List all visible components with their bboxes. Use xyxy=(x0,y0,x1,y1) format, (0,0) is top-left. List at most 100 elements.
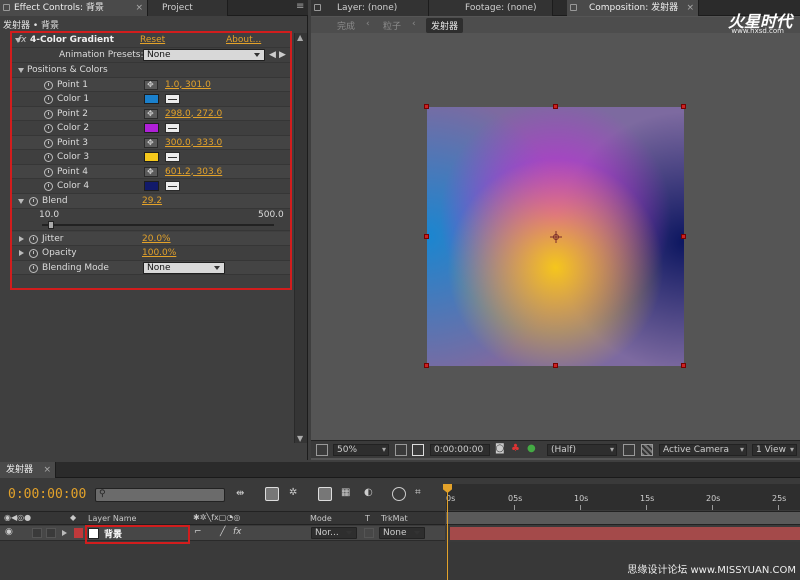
show-snapshot-icon[interactable]: ♣ xyxy=(511,443,520,454)
ruler-tick xyxy=(514,505,515,510)
ruler-tick xyxy=(778,505,779,510)
subtab-fasheqi[interactable]: 发射器 xyxy=(426,18,464,33)
subtab-lizi[interactable]: 粒子 xyxy=(383,19,401,32)
transform-handle[interactable] xyxy=(681,234,686,239)
work-area-bar[interactable] xyxy=(446,511,800,525)
timeline-layer-row[interactable]: ◉ 背景 ⌐ ╱ fx Nor... None xyxy=(0,526,445,541)
live-update-icon[interactable] xyxy=(265,487,279,501)
timeline-ruler[interactable] xyxy=(446,484,800,510)
tab-footage[interactable]: Footage: (none) xyxy=(429,0,553,16)
lock-icon[interactable] xyxy=(314,4,321,11)
shy-switch-icon[interactable]: ⌐ xyxy=(194,527,202,537)
timeline-tab-label: 发射器 xyxy=(6,465,34,475)
always-preview-icon[interactable] xyxy=(316,444,328,456)
layer-duration-bar[interactable] xyxy=(450,527,800,540)
ruler-tick-label: 15s xyxy=(640,494,655,503)
subtab-sep-icon: ‹ xyxy=(412,19,416,29)
timeline-timecode[interactable]: 0:00:00:00 xyxy=(8,487,86,502)
gradient-preview xyxy=(427,107,684,366)
resolution-select[interactable]: (Half) xyxy=(547,444,617,456)
watermark-bottom: 思缘设计论坛 www.MISSYUAN.COM xyxy=(627,565,796,576)
layer-mode-select[interactable]: Nor... xyxy=(311,527,357,539)
ruler-tick-label: 10s xyxy=(574,494,589,503)
column-layer-name[interactable]: Layer Name xyxy=(88,514,136,523)
scroll-down-icon[interactable]: ▼ xyxy=(297,434,303,443)
layer-expand-icon[interactable] xyxy=(62,530,67,536)
lock-switch[interactable] xyxy=(46,528,56,538)
ruler-tick-label: 25s xyxy=(772,494,787,503)
subtab-wancheng[interactable]: 完成 xyxy=(337,19,355,32)
effect-controls-tabstrip: Effect Controls: 背景 × Project ≡ xyxy=(0,0,308,16)
draft-3d-icon[interactable]: ✲ xyxy=(289,487,303,501)
safe-margins-icon[interactable] xyxy=(412,444,424,456)
close-icon[interactable]: × xyxy=(135,0,143,16)
lock-icon[interactable] xyxy=(3,4,10,11)
panel-menu-icon[interactable]: ≡ xyxy=(296,1,304,12)
hide-shy-layers-icon[interactable] xyxy=(318,487,332,501)
tab-layer-label: Layer: (none) xyxy=(337,3,398,13)
ruler-tick-label: 05s xyxy=(508,494,523,503)
tab-project-label: Project xyxy=(162,3,193,13)
tab-effect-controls[interactable]: Effect Controls: 背景 × xyxy=(0,0,148,16)
composition-toolbar: 50% 0:00:00:00 ◙ ♣ ● (Half) Active Camer… xyxy=(311,440,800,458)
graph-editor-icon[interactable]: ⌗ xyxy=(415,487,429,501)
tab-layer[interactable]: Layer: (none) xyxy=(311,0,429,16)
frame-blending-icon[interactable]: ▦ xyxy=(341,487,355,501)
close-icon[interactable]: × xyxy=(43,462,51,478)
watermark-url: www.hxsd.com xyxy=(731,27,784,35)
column-mode[interactable]: Mode xyxy=(310,514,332,523)
close-icon[interactable]: × xyxy=(686,0,694,16)
transform-handle[interactable] xyxy=(424,104,429,109)
zoom-select[interactable]: 50% xyxy=(333,444,389,456)
scroll-up-icon[interactable]: ▲ xyxy=(297,33,303,42)
snapshot-icon[interactable]: ◙ xyxy=(495,443,505,454)
motion-blur-icon[interactable]: ◐ xyxy=(364,487,378,501)
timeline-column-headers: ◉◀◎● ◆ Layer Name ✱✲╲fx▢◔◎ Mode T TrkMat xyxy=(0,511,445,525)
search-icon: ⚲ xyxy=(99,489,106,499)
layer-mode-value: Nor... xyxy=(315,528,339,538)
solo-switch[interactable] xyxy=(32,528,42,538)
layer-switches-icon: ✱✲╲fx▢◔◎ xyxy=(193,513,241,522)
transform-handle[interactable] xyxy=(553,363,558,368)
preserve-transparency-switch[interactable] xyxy=(364,528,374,538)
timeline-tabbar: 发射器 × xyxy=(0,462,800,478)
view-layout-select[interactable]: 1 View xyxy=(752,444,797,456)
grid-icon[interactable] xyxy=(395,444,407,456)
effect-switch-icon[interactable]: fx xyxy=(233,527,242,537)
highlight-frame-layer xyxy=(85,525,190,544)
subtab-sep-icon: ‹ xyxy=(366,19,370,29)
tab-project[interactable]: Project xyxy=(148,0,228,16)
effect-controls-scrollbar[interactable]: ▲ ▼ xyxy=(294,33,307,443)
channel-icon[interactable]: ● xyxy=(527,443,536,454)
tab-composition[interactable]: Composition: 发射器 × xyxy=(567,0,699,16)
column-trkmat[interactable]: TrkMat xyxy=(381,514,408,523)
tab-timeline-fasheqi[interactable]: 发射器 × xyxy=(0,462,56,478)
camera-select[interactable]: Active Camera xyxy=(659,444,747,456)
ruler-tick xyxy=(580,505,581,510)
effect-breadcrumb: 发射器 • 背景 xyxy=(3,21,60,31)
comp-mini-flowchart-icon[interactable]: ⇹ xyxy=(236,488,250,502)
ruler-tick xyxy=(712,505,713,510)
current-time-field[interactable]: 0:00:00:00 xyxy=(430,444,490,456)
region-of-interest-icon[interactable] xyxy=(623,444,635,456)
brainstorm-icon[interactable] xyxy=(392,487,406,501)
transform-handle[interactable] xyxy=(424,234,429,239)
timeline-search-input[interactable]: ⚲ xyxy=(95,488,225,502)
label-tag-icon: ◆ xyxy=(70,513,77,522)
composition-canvas[interactable] xyxy=(427,107,684,366)
transform-handle[interactable] xyxy=(424,363,429,368)
playhead-line xyxy=(447,486,448,580)
visibility-eye-icon[interactable]: ◉ xyxy=(5,527,13,537)
layer-label-color[interactable] xyxy=(74,528,83,538)
quality-switch-icon[interactable]: ╱ xyxy=(220,527,225,537)
tab-effect-controls-label: Effect Controls: 背景 xyxy=(14,3,104,13)
transform-handle[interactable] xyxy=(681,363,686,368)
transparency-grid-icon[interactable] xyxy=(641,444,653,456)
lock-icon[interactable] xyxy=(570,4,577,11)
trkmat-value: None xyxy=(383,528,407,538)
column-t[interactable]: T xyxy=(365,514,370,523)
trkmat-select[interactable]: None xyxy=(379,527,425,539)
transform-handle[interactable] xyxy=(681,104,686,109)
tab-composition-label: Composition: 发射器 xyxy=(589,3,679,13)
transform-handle[interactable] xyxy=(553,104,558,109)
